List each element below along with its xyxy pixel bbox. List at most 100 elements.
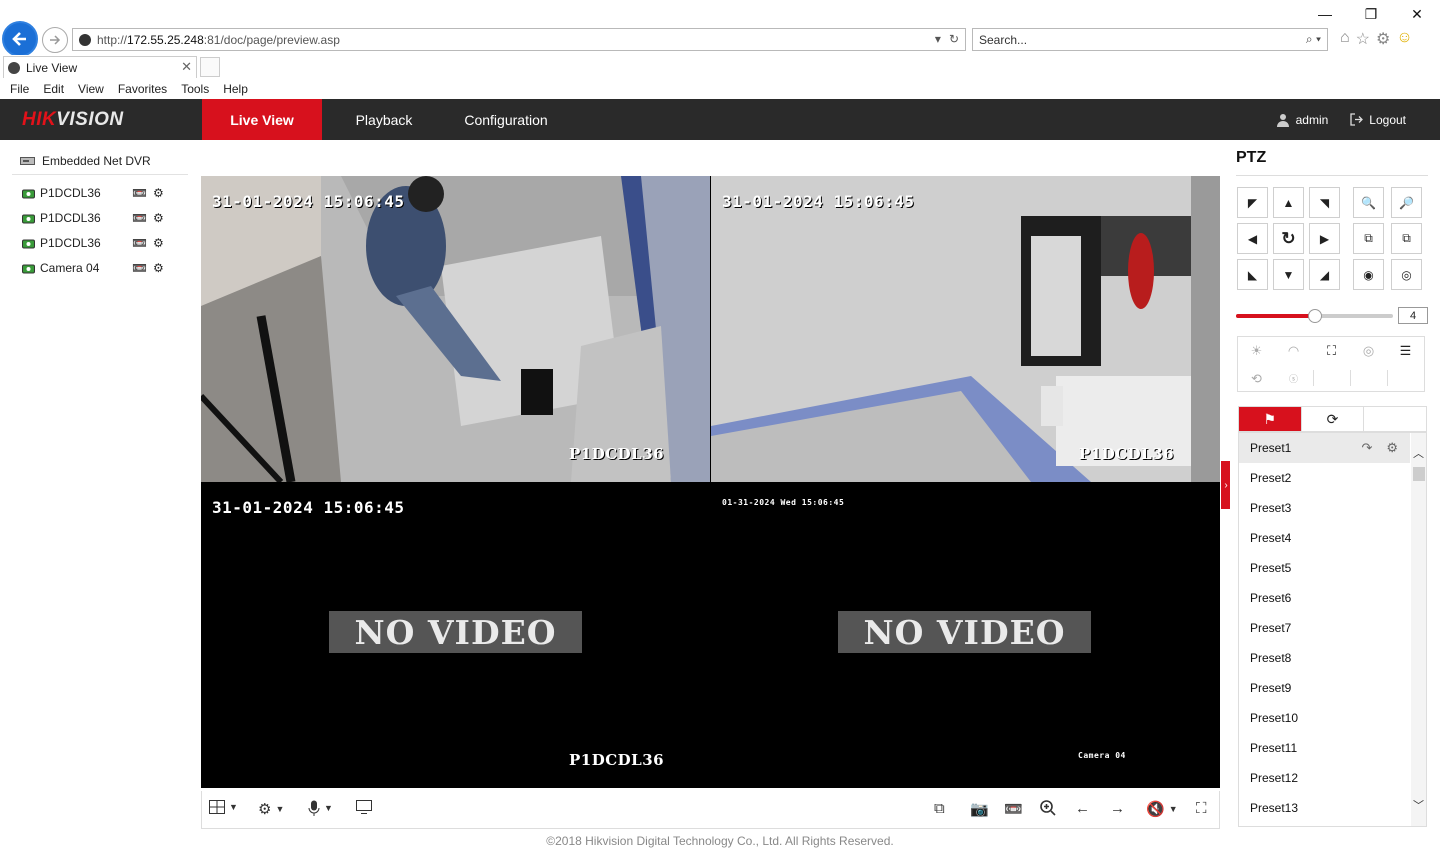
focus-near-button[interactable]: ⧉ bbox=[1353, 223, 1384, 254]
list-item[interactable]: Preset2 bbox=[1239, 463, 1410, 493]
list-item[interactable]: Preset6 bbox=[1239, 583, 1410, 613]
fullscreen-button[interactable]: ⛶ bbox=[1196, 800, 1207, 817]
wiper-button[interactable]: ◠ bbox=[1275, 337, 1312, 364]
list-item[interactable]: Preset4 bbox=[1239, 523, 1410, 553]
stream-icon[interactable]: ⚙ bbox=[153, 186, 164, 200]
iris-close-button[interactable]: ◎ bbox=[1391, 259, 1422, 290]
camera-item[interactable]: P1DCDL36 📼 ⚙ bbox=[22, 210, 174, 226]
chevron-up-icon[interactable]: ︿ bbox=[1413, 445, 1424, 461]
stop-all-button[interactable]: ⧉ bbox=[934, 800, 945, 817]
list-item[interactable]: Preset10 bbox=[1239, 703, 1410, 733]
zoom-in-button[interactable]: 🔎 bbox=[1391, 187, 1422, 218]
list-item[interactable]: Preset8 bbox=[1239, 643, 1410, 673]
lens-init-button[interactable]: ◎ bbox=[1350, 337, 1387, 364]
address-bar[interactable]: http://172.55.25.248:81/doc/page/preview… bbox=[72, 28, 966, 51]
record-icon[interactable]: 📼 bbox=[132, 211, 147, 225]
focus-far-button[interactable]: ⧉ bbox=[1391, 223, 1422, 254]
manual-tracking-button[interactable]: ⟲ bbox=[1238, 365, 1275, 392]
home-icon[interactable]: ⌂ bbox=[1340, 29, 1350, 49]
window-split-button[interactable]: ▼ bbox=[209, 800, 238, 814]
3d-positioning-button[interactable]: ⓢ bbox=[1275, 365, 1312, 392]
nav-configuration[interactable]: Configuration bbox=[446, 99, 566, 140]
tab-patrol[interactable]: ⟳ bbox=[1302, 407, 1365, 431]
video-tile-4[interactable]: 01-31-2024 Wed 15:06:45 NO VIDEO Camera … bbox=[711, 483, 1220, 788]
gear-icon[interactable]: ⚙ bbox=[1386, 440, 1398, 456]
new-tab-button[interactable] bbox=[200, 57, 220, 77]
iris-open-button[interactable]: ◉ bbox=[1353, 259, 1384, 290]
preset-scrollbar[interactable]: ︿ ﹀ bbox=[1411, 433, 1426, 826]
dvr-node[interactable]: Embedded Net DVR bbox=[20, 154, 151, 168]
capture-button[interactable]: 📷 bbox=[970, 800, 989, 818]
user-menu[interactable]: admin bbox=[1276, 113, 1328, 127]
slider-handle[interactable] bbox=[1307, 309, 1322, 323]
list-item[interactable]: Preset5 bbox=[1239, 553, 1410, 583]
ptz-up-left-button[interactable]: ◤ bbox=[1237, 187, 1268, 218]
next-page-button[interactable]: → bbox=[1110, 800, 1125, 817]
ptz-down-left-button[interactable]: ◣ bbox=[1237, 259, 1268, 290]
search-input[interactable]: Search... ⌕ ▾ bbox=[972, 28, 1328, 51]
list-item[interactable]: Preset11 bbox=[1239, 733, 1410, 763]
ptz-left-button[interactable]: ◀ bbox=[1237, 223, 1268, 254]
back-button[interactable] bbox=[2, 21, 38, 57]
list-item[interactable]: Preset9 bbox=[1239, 673, 1410, 703]
video-tile-2[interactable]: 31-01-2024 15:06:45 P1DCDL36 bbox=[711, 176, 1220, 482]
zoom-out-button[interactable]: 🔍 bbox=[1353, 187, 1384, 218]
scrollbar-thumb[interactable] bbox=[1413, 467, 1425, 481]
dropdown-icon[interactable]: ▾ bbox=[935, 32, 941, 46]
tab-close-icon[interactable]: ✕ bbox=[181, 59, 192, 75]
audio-button[interactable]: ▼ bbox=[308, 800, 333, 816]
forward-button[interactable] bbox=[42, 27, 68, 53]
tab-preset[interactable]: ⚑ bbox=[1239, 407, 1302, 431]
camera-item[interactable]: P1DCDL36 📼 ⚙ bbox=[22, 185, 174, 201]
browser-tab[interactable]: Live View ✕ bbox=[3, 56, 197, 78]
ptz-down-button[interactable]: ▼ bbox=[1273, 259, 1304, 290]
record-icon[interactable]: 📼 bbox=[132, 261, 147, 275]
menu-file[interactable]: File bbox=[10, 82, 37, 96]
camera-item[interactable]: Camera 04 📼 ⚙ bbox=[22, 260, 174, 276]
maximize-button[interactable]: ❐ bbox=[1348, 2, 1394, 26]
ptz-up-right-button[interactable]: ◥ bbox=[1309, 187, 1340, 218]
ptz-auto-scan-button[interactable]: ↻ bbox=[1273, 223, 1304, 254]
menu-tools[interactable]: Tools bbox=[181, 82, 217, 96]
stream-icon[interactable]: ⚙ bbox=[153, 261, 164, 275]
list-item[interactable]: Preset12 bbox=[1239, 763, 1410, 793]
menu-edit[interactable]: Edit bbox=[43, 82, 72, 96]
gear-icon[interactable]: ⚙ bbox=[1376, 29, 1390, 49]
video-tile-1[interactable]: 31-01-2024 15:06:45 P1DCDL36 bbox=[201, 176, 710, 482]
list-item[interactable]: Preset13 bbox=[1239, 793, 1410, 823]
nav-playback[interactable]: Playback bbox=[322, 99, 446, 140]
record-icon[interactable]: 📼 bbox=[132, 236, 147, 250]
stream-icon[interactable]: ⚙ bbox=[153, 236, 164, 250]
display-mode-button[interactable] bbox=[356, 800, 372, 814]
list-item[interactable]: Preset7 bbox=[1239, 613, 1410, 643]
aux-focus-button[interactable]: ⛶ bbox=[1313, 337, 1350, 364]
menu-view[interactable]: View bbox=[78, 82, 112, 96]
light-button[interactable]: ☀ bbox=[1238, 337, 1275, 364]
refresh-icon[interactable]: ↻ bbox=[949, 32, 959, 46]
list-item[interactable]: Preset3 bbox=[1239, 493, 1410, 523]
ptz-right-button[interactable]: ▶ bbox=[1309, 223, 1340, 254]
digital-zoom-button[interactable] bbox=[1040, 800, 1056, 816]
logout-button[interactable]: Logout bbox=[1350, 113, 1406, 127]
star-icon[interactable]: ☆ bbox=[1356, 29, 1370, 49]
ptz-down-right-button[interactable]: ◢ bbox=[1309, 259, 1340, 290]
list-item[interactable]: Preset1 ↷ ⚙ bbox=[1239, 433, 1410, 463]
volume-button[interactable]: 🔇 ▼ bbox=[1146, 800, 1178, 818]
close-button[interactable]: ✕ bbox=[1394, 2, 1440, 26]
menu-button[interactable]: ☰ bbox=[1387, 337, 1424, 364]
record-icon[interactable]: 📼 bbox=[132, 186, 147, 200]
video-tile-3[interactable]: 31-01-2024 15:06:45 NO VIDEO P1DCDL36 bbox=[201, 483, 710, 788]
ptz-speed-slider[interactable] bbox=[1236, 309, 1393, 323]
camera-item[interactable]: P1DCDL36 📼 ⚙ bbox=[22, 235, 174, 251]
record-all-button[interactable]: 📼 bbox=[1004, 800, 1023, 818]
stream-type-button[interactable]: ⚙ ▼ bbox=[258, 800, 284, 818]
tab-pattern[interactable] bbox=[1364, 407, 1426, 431]
chevron-down-icon[interactable]: ﹀ bbox=[1413, 797, 1424, 813]
minimize-button[interactable]: — bbox=[1302, 2, 1348, 26]
nav-live-view[interactable]: Live View bbox=[202, 99, 322, 140]
call-preset-icon[interactable]: ↷ bbox=[1361, 440, 1372, 456]
ptz-up-button[interactable]: ▲ bbox=[1273, 187, 1304, 218]
menu-favorites[interactable]: Favorites bbox=[118, 82, 175, 96]
stream-icon[interactable]: ⚙ bbox=[153, 211, 164, 225]
menu-help[interactable]: Help bbox=[223, 82, 256, 96]
